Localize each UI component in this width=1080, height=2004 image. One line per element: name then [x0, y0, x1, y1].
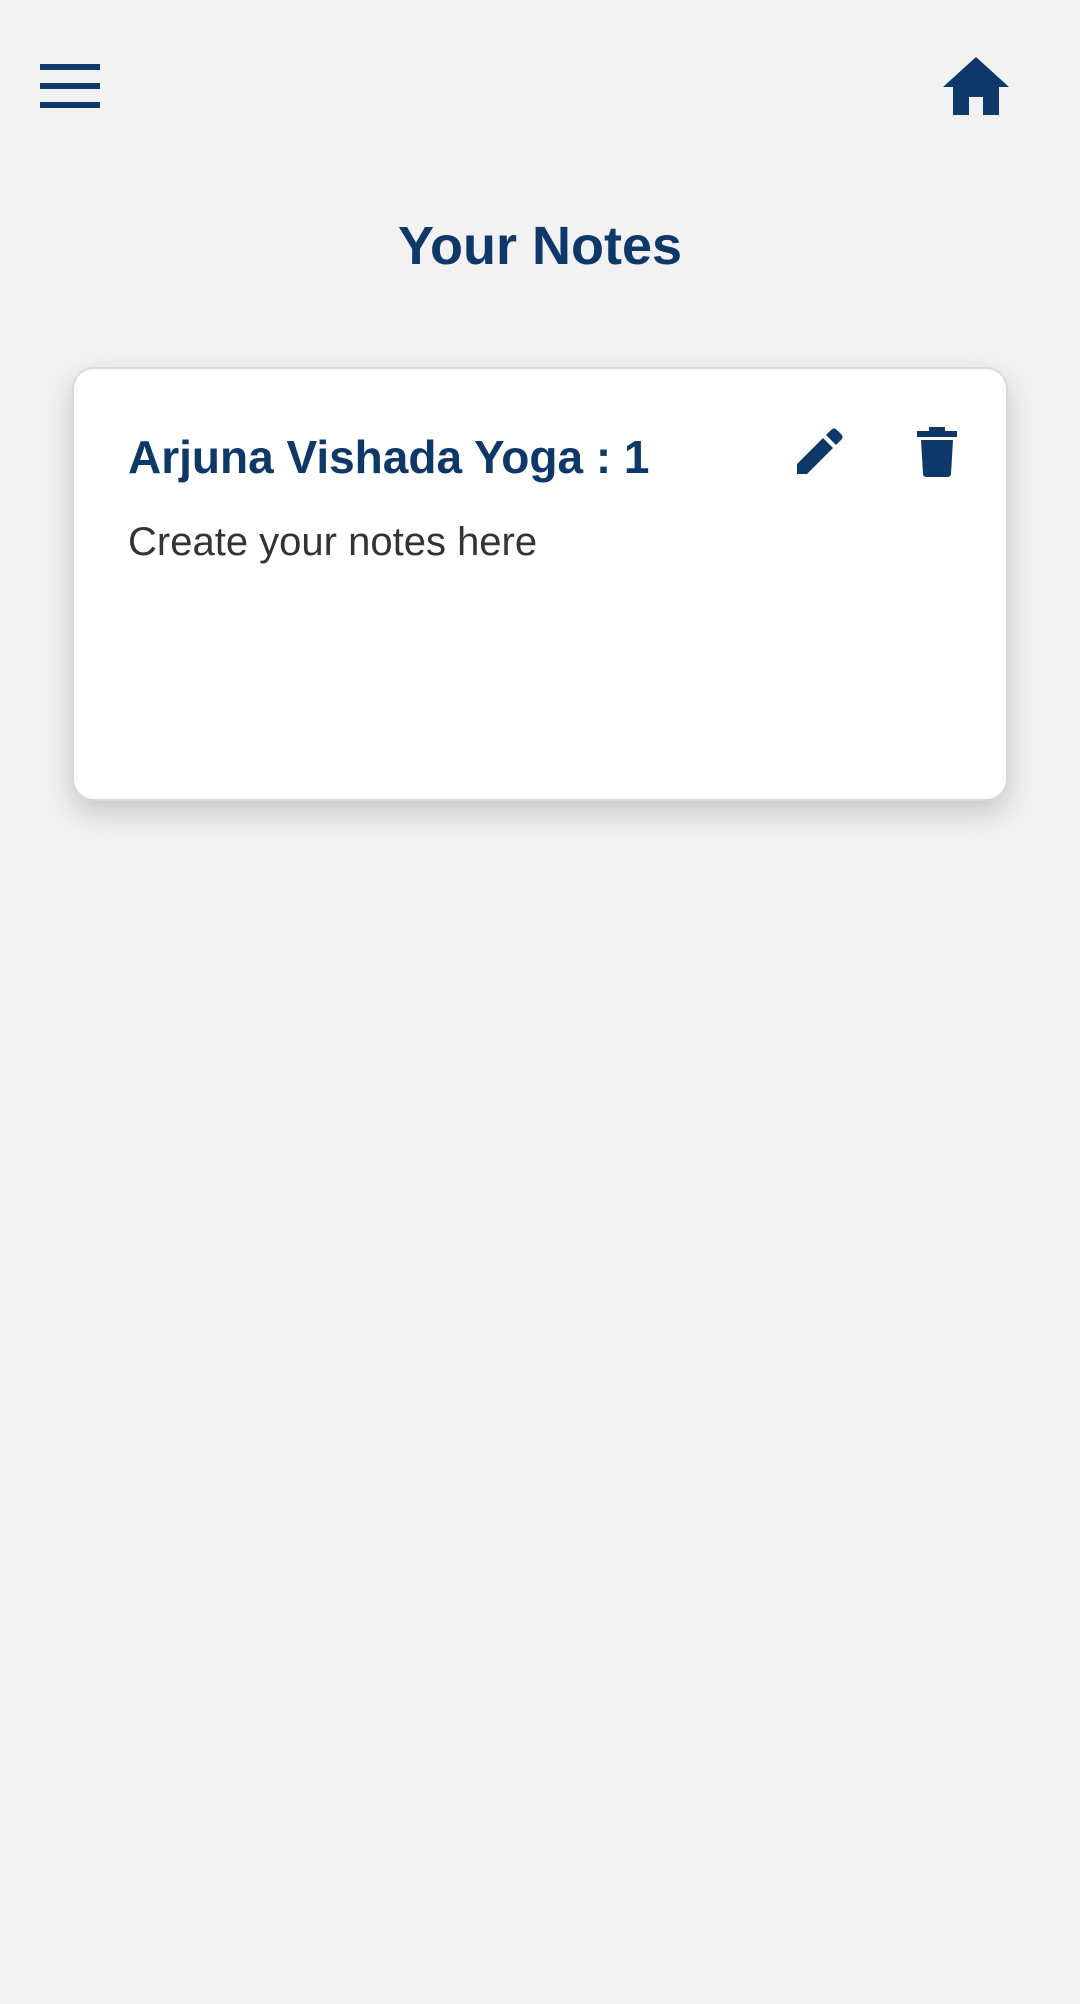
home-button[interactable]: [930, 40, 1022, 132]
pencil-icon: [797, 428, 843, 474]
menu-button[interactable]: [24, 40, 116, 132]
note-title: Arjuna Vishada Yoga : 1: [128, 431, 650, 483]
notes-screen: Your Notes Arjuna Vishada Yoga : 1 Creat…: [0, 0, 1080, 2004]
edit-note-button[interactable]: [774, 407, 864, 497]
note-card[interactable]: Arjuna Vishada Yoga : 1 Create your note…: [72, 367, 1008, 801]
hamburger-menu-icon: [40, 64, 100, 108]
page-title: Your Notes: [397, 216, 683, 276]
home-icon: [943, 57, 1009, 115]
trash-icon: [917, 427, 957, 477]
delete-note-button[interactable]: [892, 407, 982, 497]
note-body: Create your notes here: [128, 520, 538, 564]
